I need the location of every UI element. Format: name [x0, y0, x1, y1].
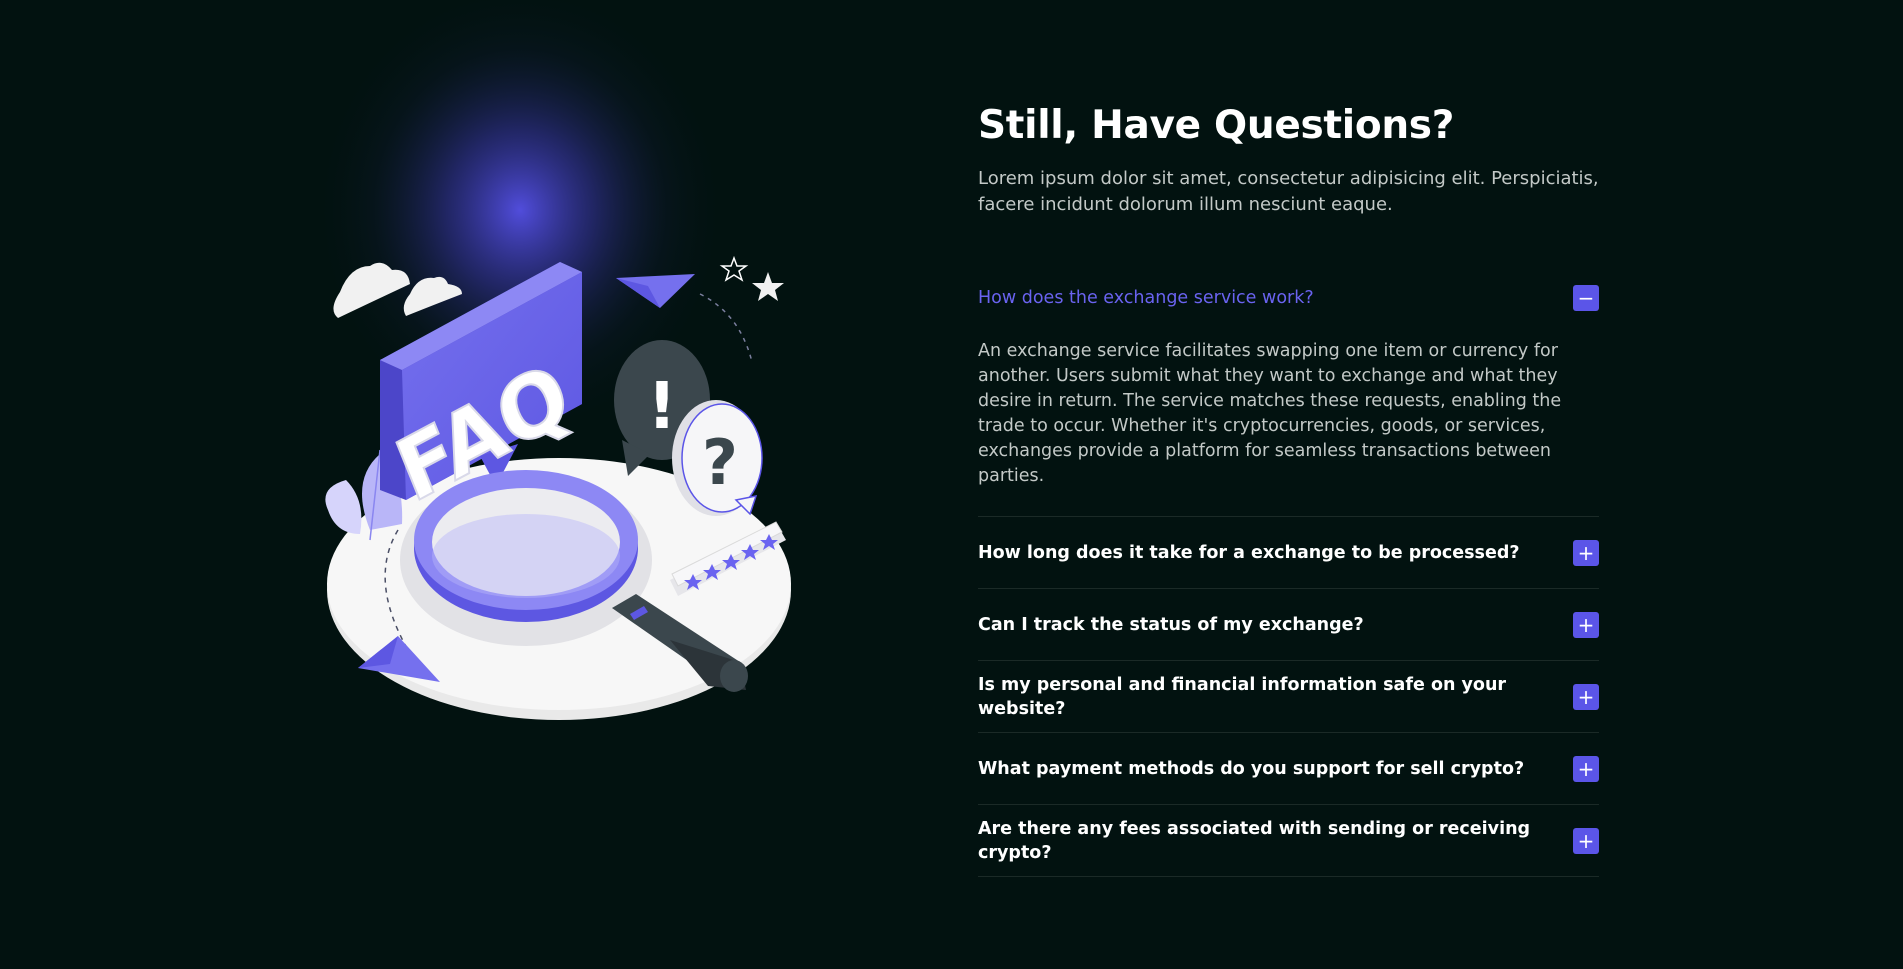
collapse-icon[interactable]: − [1573, 285, 1599, 311]
faq-question[interactable]: How long does it take for a exchange to … [978, 541, 1520, 565]
faq-answer: An exchange service facilitates swapping… [978, 341, 1562, 486]
faq-item: What payment methods do you support for … [978, 733, 1599, 805]
faq-question[interactable]: Is my personal and financial information… [978, 673, 1573, 721]
faq-question[interactable]: Are there any fees associated with sendi… [978, 817, 1573, 865]
faq-title: Still, Have Questions? [978, 103, 1455, 148]
faq-question[interactable]: What payment methods do you support for … [978, 757, 1524, 781]
faq-section: FAQ ! ? Still, Have Questions? Lorem ips… [0, 0, 1903, 969]
faq-question-row[interactable]: Can I track the status of my exchange? + [978, 589, 1599, 660]
faq-question-row[interactable]: What payment methods do you support for … [978, 733, 1599, 804]
faq-question[interactable]: Can I track the status of my exchange? [978, 613, 1364, 637]
exclamation-mark: ! [647, 370, 676, 444]
faq-question-row[interactable]: Are there any fees associated with sendi… [978, 805, 1599, 876]
question-bubble: ? [672, 400, 763, 516]
expand-icon[interactable]: + [1573, 611, 1599, 638]
faq-item: How long does it take for a exchange to … [978, 517, 1599, 589]
faq-item: Are there any fees associated with sendi… [978, 805, 1599, 877]
faq-question-row[interactable]: Is my personal and financial information… [978, 661, 1599, 732]
star-icon [719, 255, 784, 301]
faq-item: Can I track the status of my exchange? + [978, 589, 1599, 661]
expand-icon[interactable]: + [1573, 827, 1599, 854]
faq-accordion: How does the exchange service work? − An… [978, 268, 1599, 877]
faq-question[interactable]: How does the exchange service work? [978, 286, 1314, 310]
faq-item: Is my personal and financial information… [978, 661, 1599, 733]
expand-icon[interactable]: + [1573, 755, 1599, 782]
faq-question-row[interactable]: How does the exchange service work? − [978, 268, 1599, 328]
faq-subtitle: Lorem ipsum dolor sit amet, consectetur … [978, 168, 1599, 215]
faq-question-row[interactable]: How long does it take for a exchange to … [978, 517, 1599, 588]
faq-illustration-graphic: FAQ ! ? [310, 0, 791, 720]
faq-item: How does the exchange service work? − An… [978, 268, 1599, 517]
faq-panel: Still, Have Questions? Lorem ipsum dolor… [978, 100, 1599, 877]
expand-icon[interactable]: + [1573, 683, 1599, 710]
faq-illustration: FAQ ! ? [230, 0, 920, 969]
expand-icon[interactable]: + [1573, 539, 1599, 566]
question-mark: ? [702, 426, 738, 499]
